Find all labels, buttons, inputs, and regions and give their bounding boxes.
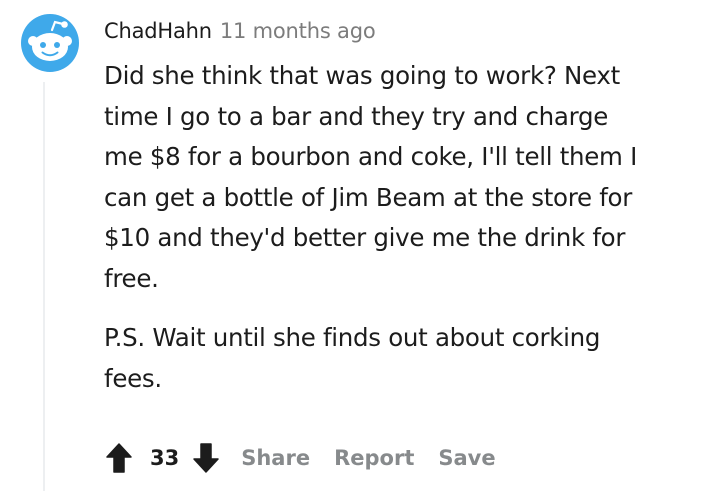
comment-timestamp[interactable]: 11 months ago — [220, 19, 376, 43]
save-button[interactable]: Save — [438, 446, 495, 470]
comment-text-line: can get a bottle of Jim Beam at the stor… — [104, 182, 633, 212]
share-button[interactable]: Share — [241, 446, 310, 470]
comment-text-line: P.S. Wait until she finds out about cork… — [104, 323, 601, 352]
comment-text-line: free. — [104, 263, 159, 293]
arrow-down-icon — [193, 443, 219, 473]
comment-header: ChadHahn 11 months ago — [104, 19, 376, 45]
downvote-button[interactable] — [191, 442, 221, 474]
comment-text-line: me $8 for a bourbon and coke, I'll tell … — [104, 142, 638, 171]
thread-collapse-line[interactable] — [43, 82, 45, 491]
comment-paragraph: P.S. Wait until she finds out about cork… — [104, 318, 704, 399]
comment-text-line: Did she think that was going to work? Ne… — [104, 61, 620, 90]
comment-text-line: fees. — [104, 363, 162, 393]
upvote-button[interactable] — [104, 442, 134, 474]
comment-text-line: time I go to a bar and they try and char… — [104, 101, 608, 131]
comment-paragraph: Did she think that was going to work? Ne… — [104, 56, 704, 299]
comment-action-bar: 33 Share Report Save — [104, 440, 520, 476]
arrow-up-icon — [106, 443, 132, 473]
comment-body: Did she think that was going to work? Ne… — [104, 56, 704, 399]
vote-score: 33 — [150, 446, 180, 470]
author-username[interactable]: ChadHahn — [104, 19, 212, 43]
reddit-snoo-avatar-icon — [21, 14, 79, 72]
report-button[interactable]: Report — [334, 446, 414, 470]
comment-text-line: $10 and they'd better give me the drink … — [104, 223, 626, 252]
avatar[interactable] — [21, 14, 79, 72]
